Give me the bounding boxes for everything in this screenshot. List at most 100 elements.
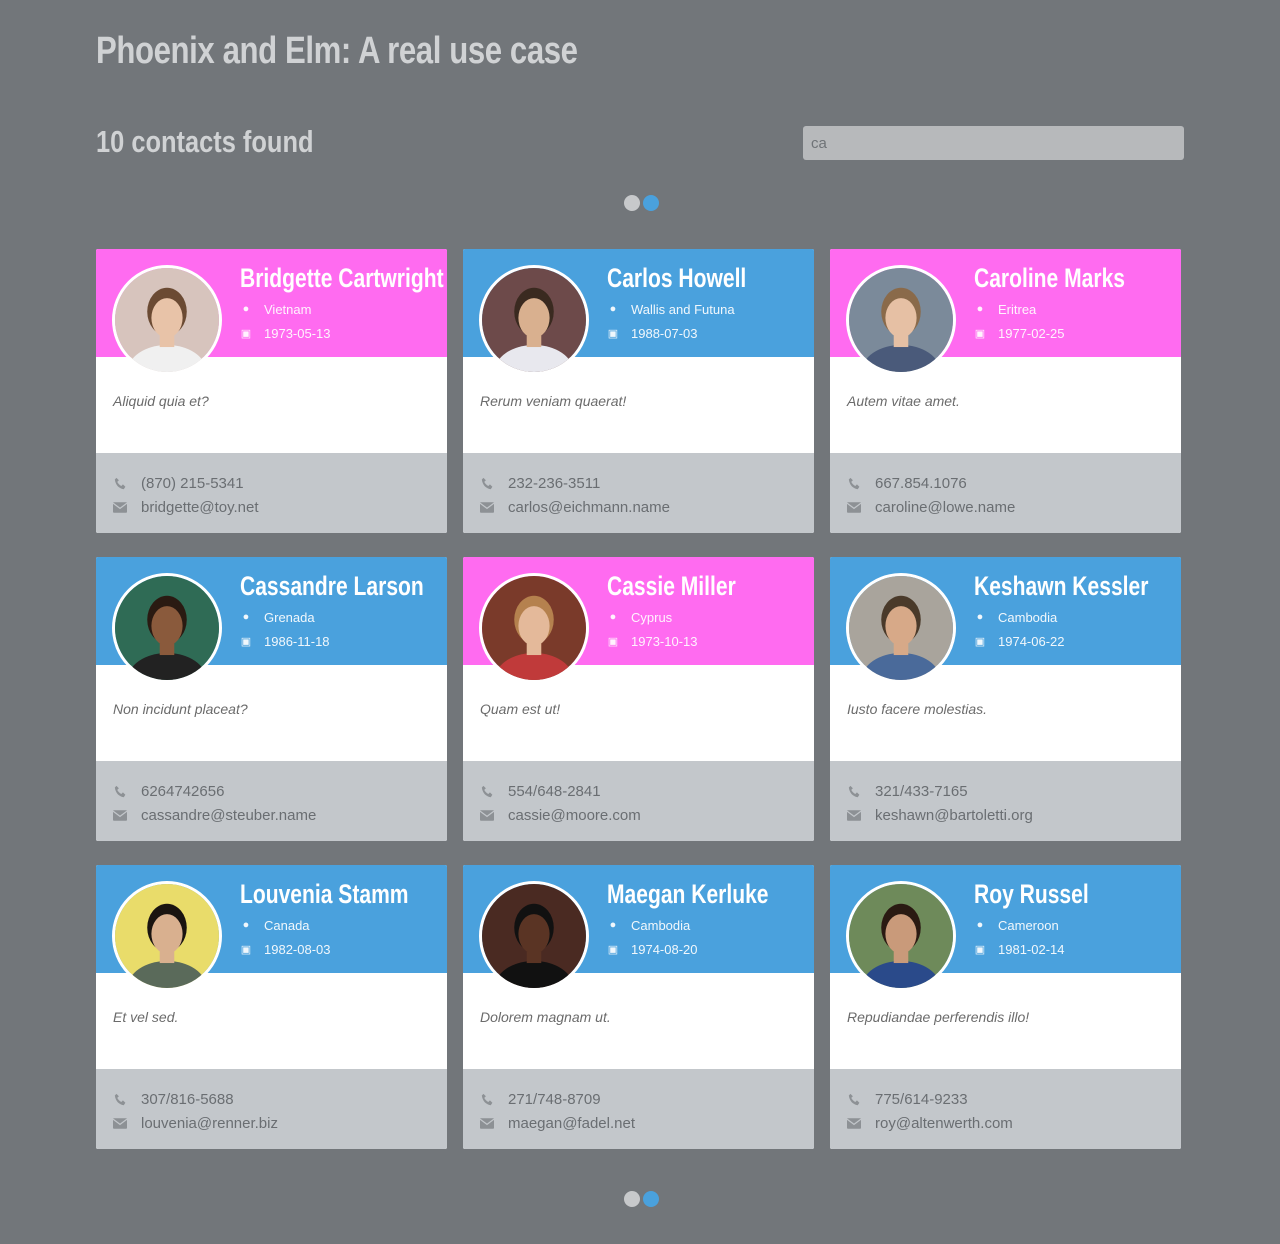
page-title: Phoenix and Elm: A real use case	[96, 30, 578, 72]
contact-card[interactable]: Maegan Kerluke ● Cambodia ▣ 1974-08-20 Dol…	[463, 865, 814, 1149]
pagination-top	[624, 195, 659, 211]
contact-comment: Aliquid quia et?	[113, 393, 209, 409]
contact-comment: Quam est ut!	[480, 701, 561, 717]
contact-card[interactable]: Carlos Howell ● Wallis and Futuna ▣ 1988-0…	[463, 249, 814, 533]
contacts-grid: Bridgette Cartwright ● Vietnam ▣ 1973-05-1…	[96, 249, 1181, 1149]
contact-location: Cambodia	[998, 609, 1058, 625]
page-1-dot[interactable]	[624, 195, 640, 211]
contact-phone: 321/433-7165	[875, 782, 968, 800]
contact-location: Cambodia	[631, 917, 691, 933]
birthday-cake-icon: ▣	[974, 635, 986, 648]
contact-birth-date: 1981-02-14	[998, 941, 1065, 957]
phone-icon	[113, 477, 127, 490]
contact-comment: Et vel sed.	[113, 1009, 179, 1025]
birthday-cake-icon: ▣	[240, 327, 252, 340]
card-header: Louvenia Stamm ● Canada ▣ 1982-08-03	[96, 865, 447, 991]
avatar	[846, 573, 956, 683]
map-marker-icon: ●	[976, 611, 984, 623]
card-header: Roy Russel ● Cameroon ▣ 1981-02-14	[830, 865, 1181, 991]
contact-phone: 271/748-8709	[508, 1090, 601, 1108]
envelope-icon	[113, 501, 127, 513]
contact-location: Grenada	[264, 609, 315, 625]
phone-icon	[480, 477, 494, 490]
contact-email: roy@altenwerth.com	[875, 1114, 1013, 1132]
envelope-icon	[480, 809, 494, 821]
results-count: 10 contacts found	[96, 124, 314, 159]
contact-location: Canada	[264, 917, 310, 933]
envelope-icon	[847, 501, 861, 513]
envelope-icon	[113, 809, 127, 821]
card-header: Cassie Miller ● Cyprus ▣ 1973-10-13	[463, 557, 814, 683]
phone-icon	[847, 477, 861, 490]
contact-location: Vietnam	[264, 301, 312, 317]
contact-name: Keshawn Kessler	[974, 571, 1149, 601]
contact-birth-date: 1977-02-25	[998, 325, 1065, 341]
contact-card[interactable]: Keshawn Kessler ● Cambodia ▣ 1974-06-22 Iu…	[830, 557, 1181, 841]
contact-card[interactable]: Louvenia Stamm ● Canada ▣ 1982-08-03 Et ve…	[96, 865, 447, 1149]
contact-comment: Rerum veniam quaerat!	[480, 393, 627, 409]
contact-card[interactable]: Caroline Marks ● Eritrea ▣ 1977-02-25 Aute…	[830, 249, 1181, 533]
contact-phone: 307/816-5688	[141, 1090, 234, 1108]
phone-icon	[113, 1093, 127, 1106]
contact-email: maegan@fadel.net	[508, 1114, 635, 1132]
map-marker-icon: ●	[609, 303, 617, 315]
contact-email: keshawn@bartoletti.org	[875, 806, 1033, 824]
envelope-icon	[480, 1117, 494, 1129]
page-1-dot[interactable]	[624, 1191, 640, 1207]
contact-email: cassie@moore.com	[508, 806, 641, 824]
envelope-icon	[113, 1117, 127, 1129]
contact-name: Cassandre Larson	[240, 571, 424, 601]
contact-card[interactable]: Cassie Miller ● Cyprus ▣ 1973-10-13 Quam e…	[463, 557, 814, 841]
contact-name: Maegan Kerluke	[607, 879, 769, 909]
contact-birth-date: 1986-11-18	[264, 633, 330, 649]
card-header: Keshawn Kessler ● Cambodia ▣ 1974-06-22	[830, 557, 1181, 683]
avatar	[479, 881, 589, 991]
phone-icon	[480, 1093, 494, 1106]
card-header: Caroline Marks ● Eritrea ▣ 1977-02-25	[830, 249, 1181, 375]
map-marker-icon: ●	[609, 919, 617, 931]
birthday-cake-icon: ▣	[607, 327, 619, 340]
contact-card[interactable]: Bridgette Cartwright ● Vietnam ▣ 1973-05-1…	[96, 249, 447, 533]
phone-icon	[847, 785, 861, 798]
contact-name: Bridgette Cartwright	[240, 263, 444, 293]
contact-location: Cameroon	[998, 917, 1059, 933]
contact-email: louvenia@renner.biz	[141, 1114, 278, 1132]
page-2-dot[interactable]	[643, 1191, 659, 1207]
phone-icon	[480, 785, 494, 798]
envelope-icon	[847, 809, 861, 821]
contact-comment: Repudiandae perferendis illo!	[847, 1009, 1030, 1025]
contact-comment: Autem vitae amet.	[847, 393, 960, 409]
birthday-cake-icon: ▣	[240, 943, 252, 956]
map-marker-icon: ●	[242, 611, 250, 623]
contact-location: Eritrea	[998, 301, 1037, 317]
avatar	[846, 265, 956, 375]
birthday-cake-icon: ▣	[607, 635, 619, 648]
contact-birth-date: 1974-08-20	[631, 941, 698, 957]
contact-card[interactable]: Roy Russel ● Cameroon ▣ 1981-02-14 Repudia…	[830, 865, 1181, 1149]
avatar	[112, 881, 222, 991]
contact-birth-date: 1973-05-13	[264, 325, 331, 341]
avatar	[846, 881, 956, 991]
birthday-cake-icon: ▣	[974, 943, 986, 956]
map-marker-icon: ●	[242, 303, 250, 315]
avatar	[479, 573, 589, 683]
contact-card[interactable]: Cassandre Larson ● Grenada ▣ 1986-11-18 No…	[96, 557, 447, 841]
contact-email: caroline@lowe.name	[875, 498, 1016, 516]
page-2-dot[interactable]	[643, 195, 659, 211]
contact-phone: 6264742656	[141, 782, 225, 800]
search-input[interactable]	[803, 126, 1184, 160]
birthday-cake-icon: ▣	[607, 943, 619, 956]
contact-phone: 554/648-2841	[508, 782, 601, 800]
envelope-icon	[847, 1117, 861, 1129]
card-header: Carlos Howell ● Wallis and Futuna ▣ 1988-0…	[463, 249, 814, 375]
contact-email: carlos@eichmann.name	[508, 498, 670, 516]
contact-comment: Iusto facere molestias.	[847, 701, 988, 717]
contact-name: Roy Russel	[974, 879, 1089, 909]
contact-birth-date: 1974-06-22	[998, 633, 1065, 649]
contact-location: Wallis and Futuna	[631, 301, 735, 317]
contact-name: Louvenia Stamm	[240, 879, 409, 909]
phone-icon	[113, 785, 127, 798]
map-marker-icon: ●	[976, 303, 984, 315]
contact-email: bridgette@toy.net	[141, 498, 259, 516]
card-header: Bridgette Cartwright ● Vietnam ▣ 1973-05-1…	[96, 249, 447, 375]
